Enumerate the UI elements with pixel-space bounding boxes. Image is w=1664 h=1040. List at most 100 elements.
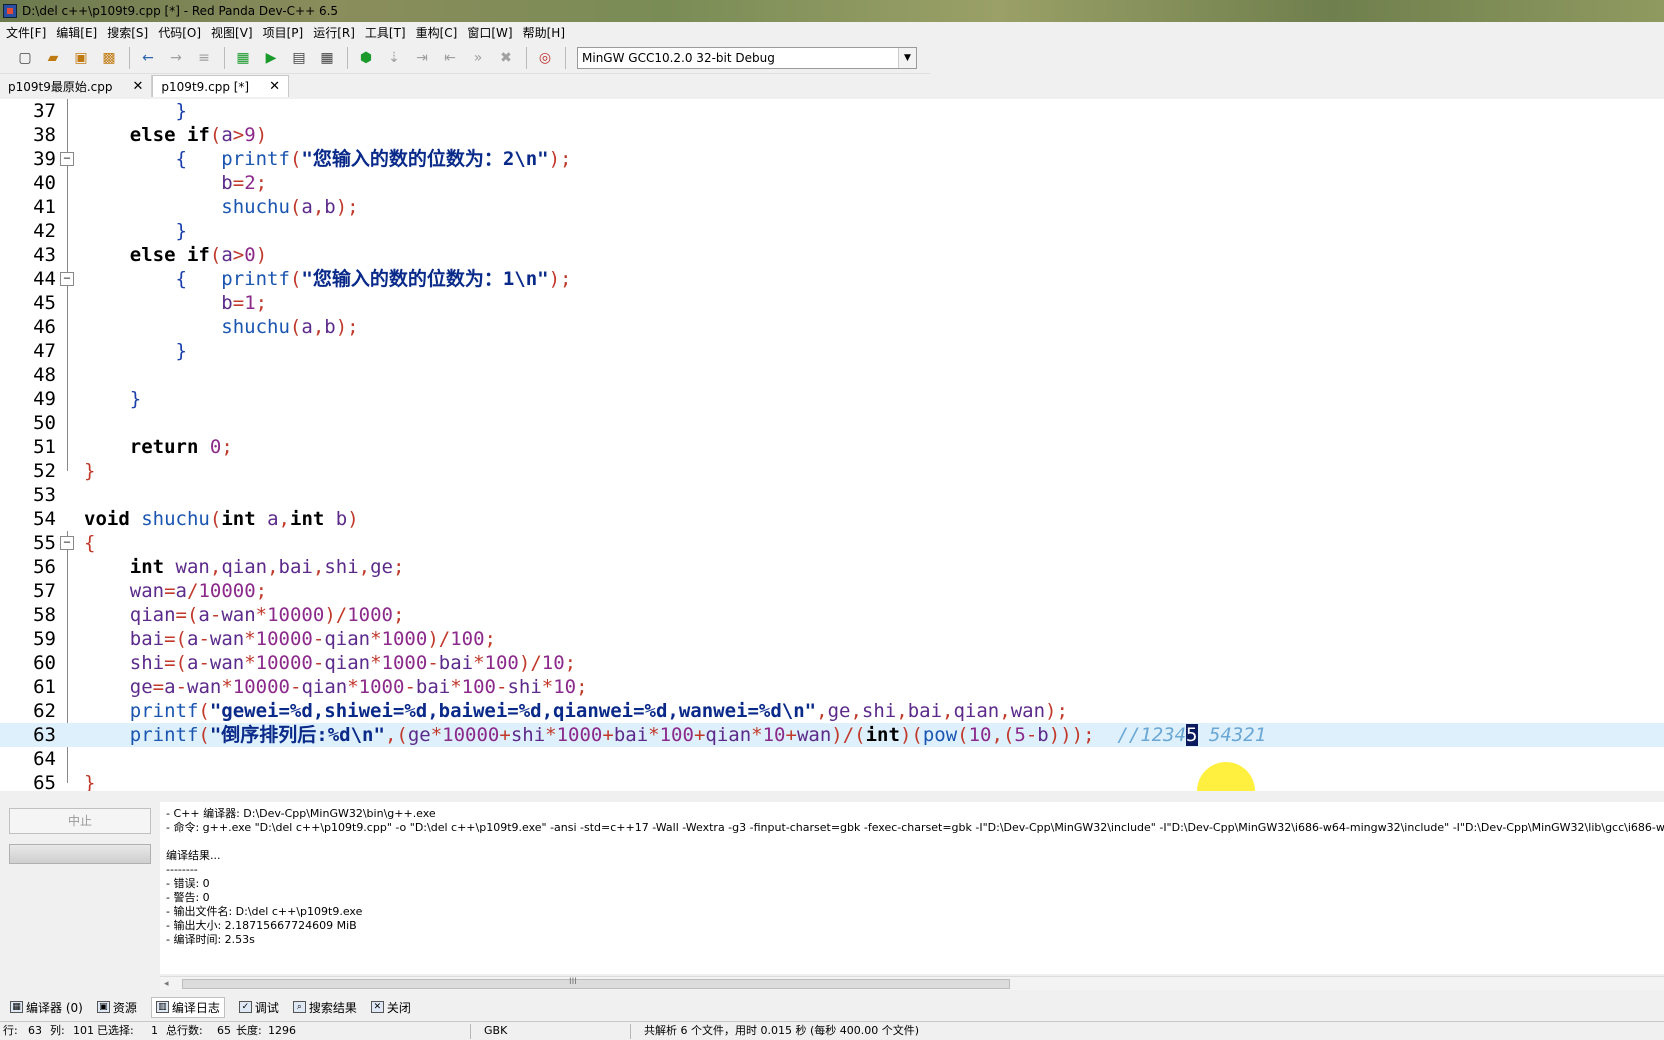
code-line[interactable]: 57 wan=a/10000; (0, 579, 1664, 603)
next-icon[interactable]: » (465, 46, 491, 70)
line-number: 56 (33, 556, 56, 578)
menu-item[interactable]: 代码[O] (156, 24, 209, 41)
menu-item[interactable]: 视图[V] (209, 24, 261, 41)
code-line[interactable]: 58 qian=(a-wan*10000)/1000; (0, 603, 1664, 627)
undo-arrow-icon[interactable]: ← (135, 46, 161, 70)
code-line[interactable]: 49 } (0, 387, 1664, 411)
code-line[interactable]: 40 b=2; (0, 171, 1664, 195)
code-line[interactable]: 60 shi=(a-wan*10000-qian*1000-bai*100)/1… (0, 651, 1664, 675)
rebuild-icon[interactable]: ▦ (314, 46, 340, 70)
line-number: 62 (33, 700, 56, 722)
code-line[interactable]: 55−{ (0, 531, 1664, 555)
status-total: 65 (217, 1024, 231, 1037)
horizontal-scrollbar[interactable]: ◂ III (160, 976, 1664, 990)
code-line[interactable]: 46 shuchu(a,b); (0, 315, 1664, 339)
code-line[interactable]: 59 bai=(a-wan*10000-qian*1000)/100; (0, 627, 1664, 651)
code-line[interactable]: 42 } (0, 219, 1664, 243)
code-line[interactable]: 43 else if(a>0) (0, 243, 1664, 267)
compile-run-icon[interactable]: ▤ (286, 46, 312, 70)
compile-log[interactable]: - C++ 编译器: D:\Dev-Cpp\MinGW32\bin\g++.ex… (160, 802, 1664, 974)
panel-tab[interactable]: ▦ 编译器 (0) (10, 999, 83, 1016)
log-line: - 命令: g++.exe "D:\del c++\p109t9.cpp" -o… (166, 821, 1664, 834)
scrollbar-thumb[interactable]: III (182, 977, 1010, 989)
menu-item[interactable]: 帮助[H] (521, 24, 573, 41)
toolbar-separator (526, 46, 527, 69)
code-text: void shuchu(int a,int b) (84, 508, 359, 530)
code-line[interactable]: 47 } (0, 339, 1664, 363)
log-line: -------- (166, 863, 198, 876)
code-line[interactable]: 45 b=1; (0, 291, 1664, 315)
panel-tab[interactable]: ⌕ 搜索结果 (292, 999, 357, 1016)
debug-icon[interactable]: ⬢ (353, 46, 379, 70)
code-text: ge=a-wan*10000-qian*1000-bai*100-shi*10; (129, 676, 588, 698)
code-editor[interactable]: 37 } 38 else if(a>9) 39− { printf("您输入的数的位… (0, 99, 1664, 791)
toolbar-separator (129, 46, 130, 69)
menu-item[interactable]: 工具[T] (363, 24, 414, 41)
run-icon[interactable]: ▶ (258, 46, 284, 70)
title-bar: D:\del c++\p109t9.cpp [*] - Red Panda De… (0, 0, 1664, 22)
panel-tab[interactable]: ▥ 编译日志 (150, 996, 225, 1018)
profile-icon[interactable]: ◎ (532, 46, 558, 70)
line-number: 43 (33, 244, 56, 266)
menu-item[interactable]: 文件[F] (4, 24, 54, 41)
editor-tab-bar: p109t9最原始.cpp ✕ p109t9.cpp [*] ✕ (0, 75, 1664, 97)
code-line[interactable]: 64 (0, 747, 1664, 771)
open-folder-icon[interactable]: ▰ (40, 46, 66, 70)
compile-icon[interactable]: ▦ (230, 46, 256, 70)
stop-icon[interactable]: ✖ (493, 46, 519, 70)
chevron-down-icon[interactable]: ▼ (898, 47, 916, 68)
code-text: printf("倒序排列后:%d\n",(ge*10000+shi*1000+b… (129, 724, 1267, 746)
tab-p109t9-original[interactable]: p109t9最原始.cpp ✕ (0, 75, 153, 97)
code-line[interactable]: 53 (0, 483, 1664, 507)
code-line[interactable]: 48 (0, 363, 1664, 387)
new-file-icon[interactable]: ▢ (12, 46, 38, 70)
code-line[interactable]: 41 shuchu(a,b); (0, 195, 1664, 219)
format-icon[interactable]: ≡ (191, 46, 217, 70)
code-line[interactable]: 51 return 0; (0, 435, 1664, 459)
code-line[interactable]: 37 } (0, 99, 1664, 123)
code-line[interactable]: 52} (0, 459, 1664, 483)
code-text: } (175, 340, 187, 362)
tab-p109t9[interactable]: p109t9.cpp [*] ✕ (152, 75, 290, 97)
code-line-current[interactable]: 63 printf("倒序排列后:%d\n",(ge*10000+shi*100… (0, 723, 1664, 747)
save-icon[interactable]: ▣ (68, 46, 94, 70)
indent-icon[interactable]: ⇥ (409, 46, 435, 70)
compiler-select[interactable]: MinGW GCC10.2.0 32-bit Debug ▼ (577, 46, 917, 69)
panel-tab[interactable]: ▣ 资源 (96, 999, 137, 1016)
log-line: - 输出大小: 2.18715667724609 MiB (166, 919, 357, 932)
scroll-left-icon[interactable]: ◂ (164, 977, 169, 991)
code-line[interactable]: 44− { printf("您输入的数的位数为：1\n"); (0, 267, 1664, 291)
fold-toggle-icon[interactable]: − (60, 536, 74, 550)
menu-item[interactable]: 运行[R] (311, 24, 363, 41)
code-line[interactable]: 50 (0, 411, 1664, 435)
code-line[interactable]: 56 int wan,qian,bai,shi,ge; (0, 555, 1664, 579)
fold-toggle-icon[interactable]: − (60, 272, 74, 286)
code-line[interactable]: 61 ge=a-wan*10000-qian*1000-bai*100-shi*… (0, 675, 1664, 699)
search-results-icon: ⌕ (292, 1001, 306, 1013)
menu-item[interactable]: 重构[C] (414, 24, 466, 41)
fold-toggle-icon[interactable]: − (60, 152, 74, 166)
panel-tab[interactable]: ✓ 调试 (238, 999, 279, 1016)
code-text: { printf("您输入的数的位数为：1\n"); (175, 268, 572, 290)
step-icon[interactable]: ⇣ (381, 46, 407, 70)
code-line[interactable]: 62 printf("gewei=%d,shiwei=%d,baiwei=%d,… (0, 699, 1664, 723)
close-icon[interactable]: ✕ (133, 79, 144, 94)
menu-item[interactable]: 编辑[E] (54, 24, 105, 41)
close-icon[interactable]: ✕ (269, 79, 280, 94)
stop-button[interactable]: 中止 (9, 808, 151, 834)
code-line[interactable]: 38 else if(a>9) (0, 123, 1664, 147)
code-line[interactable]: 39− { printf("您输入的数的位数为：2\n"); (0, 147, 1664, 171)
save-all-icon[interactable]: ▩ (96, 46, 122, 70)
menu-item[interactable]: 项目[P] (261, 24, 312, 41)
line-number: 52 (33, 460, 56, 482)
unindent-icon[interactable]: ⇤ (437, 46, 463, 70)
code-line[interactable]: 54 void shuchu(int a,int b) (0, 507, 1664, 531)
menu-item[interactable]: 窗口[W] (465, 24, 520, 41)
code-text: printf("gewei=%d,shiwei=%d,baiwei=%d,qia… (129, 700, 1068, 722)
toolbar-separator (565, 46, 566, 69)
code-text: else if(a>0) (129, 244, 268, 266)
menu-item[interactable]: 搜索[S] (105, 24, 156, 41)
panel-tab[interactable]: ✕ 关闭 (370, 999, 411, 1016)
code-line[interactable]: 65} (0, 771, 1664, 791)
redo-arrow-icon[interactable]: → (163, 46, 189, 70)
